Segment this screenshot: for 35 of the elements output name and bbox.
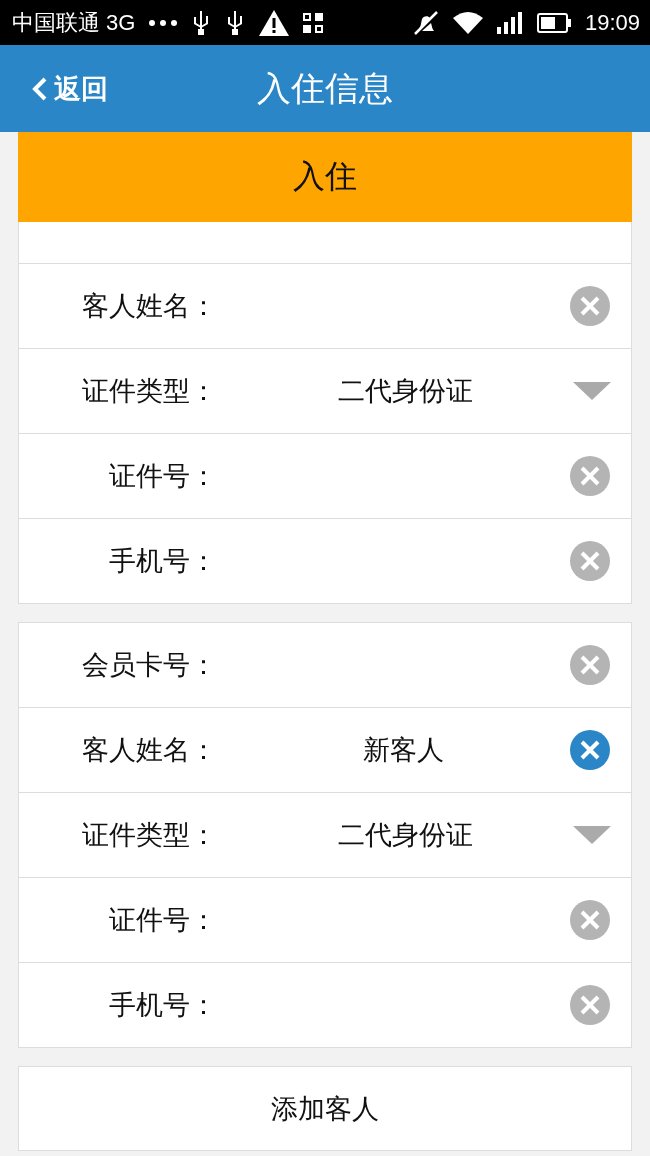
field-label: 证件类型： — [82, 819, 217, 850]
more-dots-icon — [149, 19, 178, 26]
clear-icon[interactable] — [570, 286, 610, 326]
clock-time: 19:09 — [584, 9, 640, 36]
add-guest-button[interactable]: 添加客人 — [18, 1066, 632, 1151]
grid-icon — [303, 12, 324, 33]
select-value[interactable]: 二代身份证 — [337, 819, 473, 850]
carrier-name: 中国联通 3G — [12, 8, 136, 37]
clear-icon[interactable] — [570, 645, 610, 685]
dropdown-arrow-icon[interactable] — [573, 826, 611, 844]
chevron-left-icon — [32, 76, 48, 101]
battery-icon — [536, 12, 571, 33]
field-label: 会员卡号： — [82, 649, 217, 680]
clear-icon[interactable] — [570, 900, 610, 940]
page-title: 入住信息 — [257, 66, 393, 110]
wifi-icon — [452, 11, 483, 34]
select-value[interactable]: 二代身份证 — [337, 375, 473, 406]
field-label: 客人姓名： — [82, 290, 217, 321]
clear-icon[interactable] — [570, 541, 610, 581]
back-button[interactable]: 返回 — [32, 70, 108, 107]
field-label: 证件号： — [109, 904, 217, 935]
clear-icon[interactable] — [570, 730, 610, 770]
field-label: 证件号： — [109, 460, 217, 491]
clear-icon[interactable] — [570, 985, 610, 1025]
banner-title: 入住 — [293, 156, 357, 197]
input-value[interactable]: 新客人 — [363, 734, 444, 765]
warning-icon — [259, 9, 290, 36]
clear-icon[interactable] — [570, 456, 610, 496]
muted-bell-icon — [412, 10, 439, 35]
signal-icon — [496, 11, 523, 34]
dropdown-arrow-icon[interactable] — [573, 382, 611, 400]
field-label: 客人姓名： — [82, 734, 217, 765]
field-label: 手机号： — [109, 989, 217, 1020]
field-label: 证件类型： — [82, 375, 217, 406]
field-label: 手机号： — [109, 545, 217, 576]
